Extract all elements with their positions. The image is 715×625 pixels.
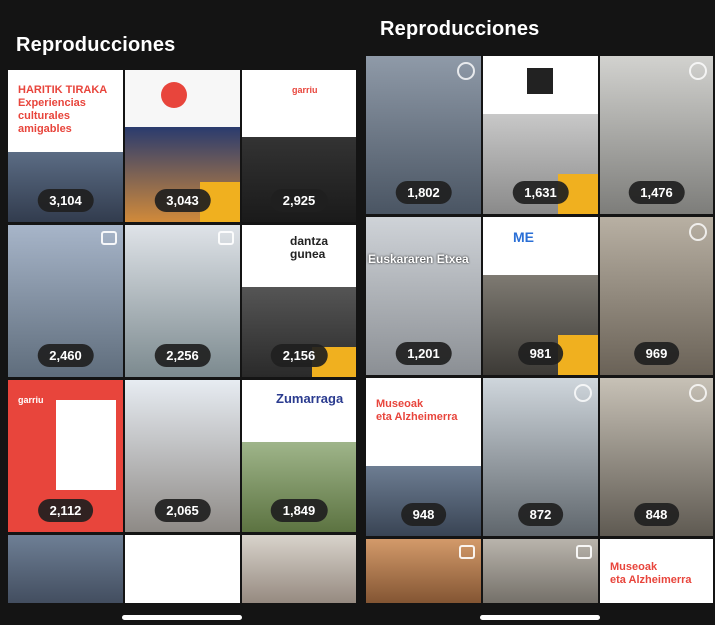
home-indicator-bar [364,603,715,625]
reel-icon [689,62,707,80]
grid-tile[interactable] [483,539,598,609]
reel-icon [576,545,592,559]
reel-icon [459,545,475,559]
home-indicator[interactable] [479,615,600,620]
grid-tile[interactable]: dantza gunea 2,156 [242,225,356,377]
reel-icon [574,384,592,402]
grid-tile[interactable]: garriu 2,925 [242,70,356,222]
grid-tile[interactable]: 2,460 [8,225,123,377]
view-count: 969 [633,342,680,365]
reel-icon [689,384,707,402]
view-count: 2,256 [154,344,211,367]
reel-icon [689,223,707,241]
grid-tile[interactable] [366,539,481,609]
grid-tile[interactable]: ME 981 [483,217,598,375]
view-count: 2,156 [270,344,328,367]
home-indicator[interactable] [122,615,242,620]
grid-tile[interactable]: Museoak eta Alzheimerra [600,539,713,609]
left-screen: Reproducciones HARITIK TIRAKA Experienci… [0,0,364,625]
view-count: 1,802 [395,181,452,204]
grid-tile[interactable]: 3,043 [125,70,240,222]
view-count: 3,104 [37,189,94,212]
view-count: 872 [517,503,564,526]
tile-text: Zumarraga [276,391,344,406]
view-count: 1,849 [270,499,328,522]
right-screen: Reproducciones 1,802 1,631 1,476 Euskara… [364,0,715,625]
logo-icon [527,68,553,94]
view-count: 981 [517,342,564,365]
view-count: 1,631 [512,181,569,204]
tile-text: garriu [18,395,44,405]
grid-tile[interactable]: 2,256 [125,225,240,377]
view-count: 2,925 [270,189,328,212]
grid-tile[interactable]: 1,476 [600,56,713,214]
view-count: 948 [400,503,447,526]
carousel-icon [101,231,117,245]
home-indicator-bar [0,603,364,625]
grid-tile[interactable]: 848 [600,378,713,536]
view-count: 2,065 [154,499,211,522]
page-title: Reproducciones [380,18,540,40]
grid-tile[interactable]: Euskararen Etxea 1,201 [366,217,481,375]
grid-tile[interactable]: HARITIK TIRAKA Experiencias culturales a… [8,70,123,222]
grid-tile[interactable]: 969 [600,217,713,375]
logo-icon [161,82,187,108]
view-count: 2,460 [37,344,94,367]
page-title: Reproducciones [16,34,176,56]
view-count: 848 [633,503,680,526]
tile-text: Euskararen Etxea [368,252,469,266]
grid-tile[interactable]: Zumarraga 1,849 [242,380,356,532]
grid-tile[interactable]: garriu 2,112 [8,380,123,532]
view-count: 1,201 [395,342,452,365]
tile-text: dantza gunea [290,234,329,261]
carousel-icon [218,231,234,245]
view-count: 1,476 [628,181,685,204]
tile-text: ME [513,229,534,245]
left-header: Reproducciones [0,0,364,58]
grid-tile[interactable]: 1,802 [366,56,481,214]
tile-text: Museoak eta Alzheimerra [376,398,458,423]
tile-text: HARITIK TIRAKA Experiencias culturales a… [18,84,108,135]
tile-text: Museoak eta Alzheimerra [610,561,692,586]
grid-tile[interactable]: 872 [483,378,598,536]
view-count: 2,112 [37,499,94,522]
right-header: Reproducciones [364,0,715,52]
tile-text: garriu [292,85,318,95]
view-count: 3,043 [154,189,211,212]
grid-tile[interactable]: 1,631 [483,56,598,214]
grid-tile[interactable]: Museoak eta Alzheimerra 948 [366,378,481,536]
grid-tile[interactable]: 2,065 [125,380,240,532]
reel-icon [457,62,475,80]
